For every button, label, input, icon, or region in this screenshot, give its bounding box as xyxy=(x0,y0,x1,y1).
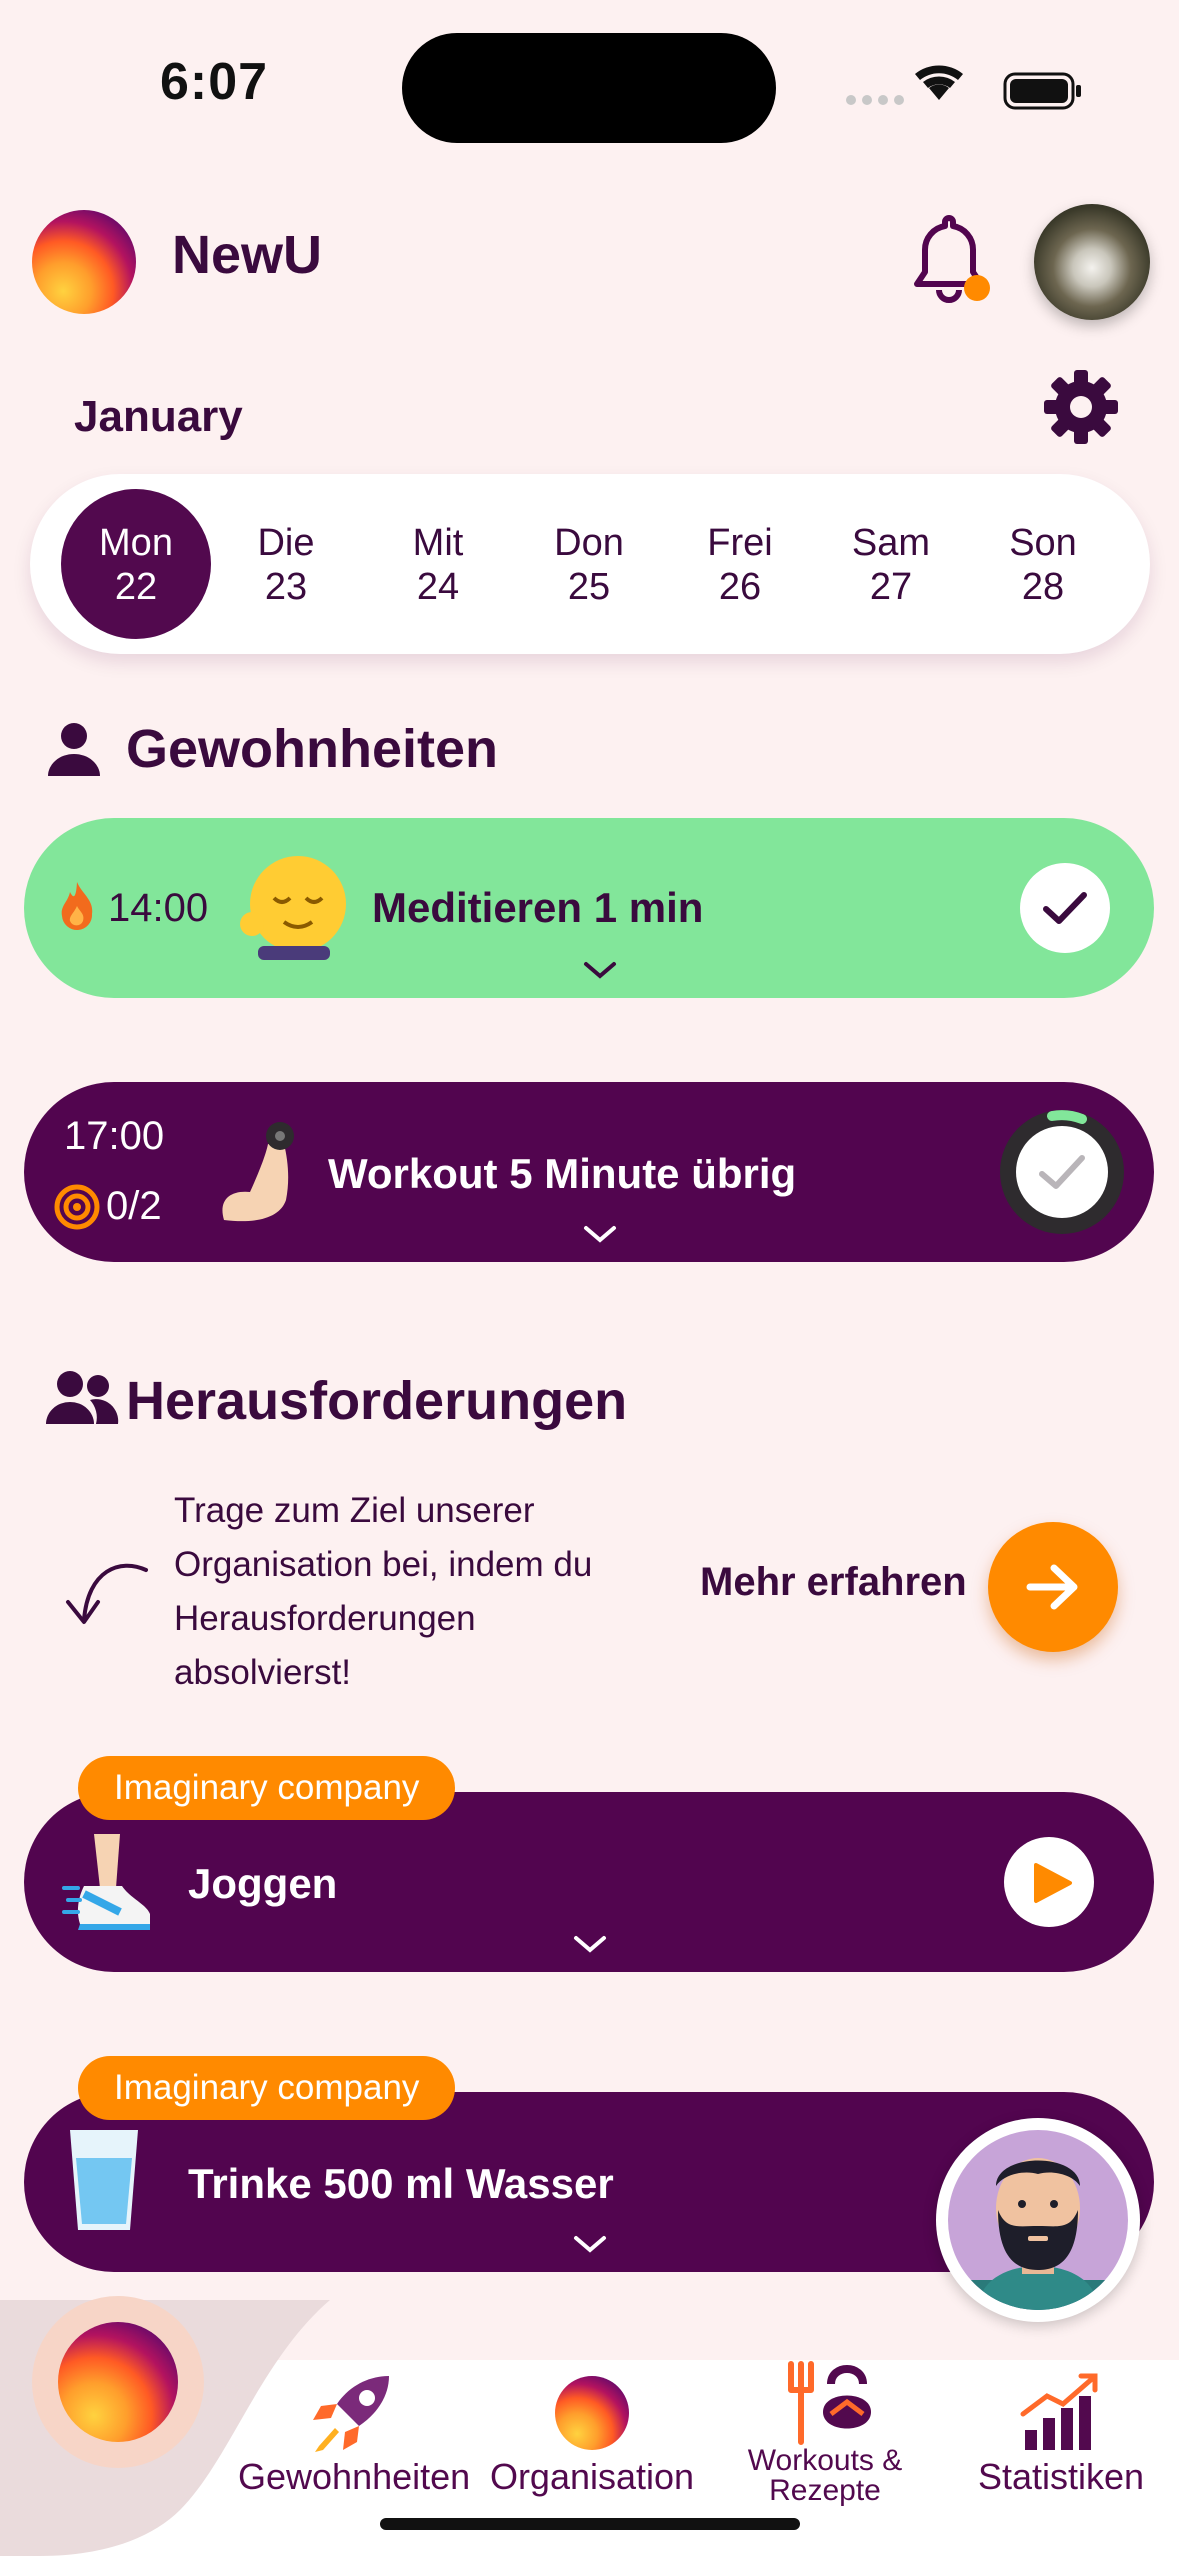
calendar-day-frei[interactable]: Frei 26 xyxy=(665,474,815,654)
calendar-day-sam[interactable]: Sam 27 xyxy=(816,474,966,654)
nav-item-organisation[interactable]: Organisation xyxy=(474,2370,710,2498)
day-name: Sam xyxy=(851,522,931,564)
home-fab-button[interactable] xyxy=(58,2322,178,2442)
day-name: Mon xyxy=(99,522,173,564)
habit-card-meditation[interactable]: 14:00 Meditieren 1 min xyxy=(24,818,1154,998)
status-time: 6:07 xyxy=(160,53,269,111)
gear-icon[interactable] xyxy=(1040,366,1122,448)
nav-label: Gewohnheiten xyxy=(238,2456,471,2497)
arrow-right-icon xyxy=(1026,1564,1078,1610)
chevron-down-icon[interactable] xyxy=(580,958,620,982)
habit-time: 14:00 xyxy=(108,886,209,930)
profile-avatar[interactable] xyxy=(1034,204,1150,320)
battery-icon xyxy=(1003,72,1081,110)
habit-time: 17:00 xyxy=(64,1114,165,1158)
nav-label: Statistiken xyxy=(977,2456,1145,2497)
bearded-man-icon xyxy=(948,2158,1128,2310)
day-name: Die xyxy=(257,522,315,564)
curved-arrow-icon xyxy=(66,1563,148,1624)
nav-item-statistiken[interactable]: Statistiken xyxy=(946,2370,1176,2498)
organisation-logo-icon xyxy=(555,2376,629,2450)
app-logo xyxy=(32,210,136,314)
day-date: 25 xyxy=(567,566,611,608)
day-date: 23 xyxy=(264,566,308,608)
day-date: 24 xyxy=(416,566,460,608)
challenges-title: Herausforderungen xyxy=(126,1371,628,1431)
water-glass-icon xyxy=(70,2130,138,2230)
habit-progress: 0/2 xyxy=(106,1184,162,1228)
chevron-down-icon[interactable] xyxy=(580,1222,620,1246)
company-tag: Imaginary company xyxy=(78,1756,456,1820)
day-date: 27 xyxy=(869,566,913,608)
habit-title: Meditieren 1 min xyxy=(372,884,704,931)
status-icons xyxy=(846,65,1081,110)
nav-item-gewohnheiten[interactable]: Gewohnheiten xyxy=(238,2370,471,2498)
home-indicator xyxy=(380,2518,800,2530)
target-icon xyxy=(54,1184,100,1230)
flexed-biceps-icon xyxy=(222,1122,294,1222)
calendar-day-die[interactable]: Die 23 xyxy=(211,474,361,654)
person-icon xyxy=(48,723,100,776)
day-name: Son xyxy=(1009,522,1077,564)
habits-title: Gewohnheiten xyxy=(126,719,499,779)
meditation-emoji-icon xyxy=(240,856,346,960)
app-name: NewU xyxy=(172,225,323,285)
challenge-title: Trinke 500 ml Wasser xyxy=(188,2160,614,2207)
habit-card-workout[interactable]: 17:00 0/2 Workout 5 Minute übrig xyxy=(24,1082,1154,1262)
day-name: Don xyxy=(554,522,624,564)
cellular-signal-icon xyxy=(846,95,904,105)
checkmark-icon xyxy=(1043,892,1087,924)
day-date: 26 xyxy=(718,566,762,608)
play-button[interactable] xyxy=(1004,1837,1094,1927)
nav-label-line1: Workouts & xyxy=(747,2444,903,2477)
calendar-day-mon[interactable]: Mon 22 xyxy=(61,474,211,654)
calendar-day-don[interactable]: Don 25 xyxy=(514,474,664,654)
learn-more-label[interactable]: Mehr erfahren xyxy=(700,1560,967,1605)
challenge-title: Joggen xyxy=(188,1860,338,1907)
checkmark-icon xyxy=(1039,1155,1085,1189)
coach-avatar[interactable] xyxy=(936,2118,1140,2322)
calendar-day-mit[interactable]: Mit 24 xyxy=(363,474,513,654)
timer-button[interactable] xyxy=(1000,1110,1124,1234)
nav-label: Organisation xyxy=(489,2456,695,2497)
week-calendar: Mon 22 Die 23 Mit 24 Don 25 Frei 26 Sam … xyxy=(30,474,1150,654)
chevron-down-icon[interactable] xyxy=(570,1932,610,1956)
fork-kettlebell-icon xyxy=(788,2361,871,2445)
running-shoe-icon xyxy=(62,1834,150,1930)
nav-label-line2: Rezepte xyxy=(769,2474,881,2507)
fire-icon xyxy=(61,882,93,931)
notification-bell-icon[interactable] xyxy=(905,212,995,312)
calendar-day-son[interactable]: Son 28 xyxy=(968,474,1118,654)
play-icon xyxy=(1034,1863,1072,1903)
company-tag: Imaginary company xyxy=(78,2056,456,2120)
wifi-icon xyxy=(915,65,963,100)
day-name: Frei xyxy=(707,522,773,564)
learn-more-button[interactable] xyxy=(988,1522,1118,1652)
challenge-description: Trage zum Ziel unserer Organisation bei,… xyxy=(174,1491,593,1692)
day-date: 22 xyxy=(114,566,158,608)
complete-button[interactable] xyxy=(1020,863,1110,953)
bar-chart-icon xyxy=(1020,2373,1098,2450)
dynamic-island xyxy=(402,33,776,143)
month-label: January xyxy=(74,392,243,441)
habit-title: Workout 5 Minute übrig xyxy=(328,1150,797,1197)
group-icon xyxy=(46,1371,119,1424)
rocket-icon xyxy=(313,2376,389,2452)
nav-item-workouts[interactable]: Workouts & Rezepte xyxy=(720,2360,930,2506)
day-date: 28 xyxy=(1021,566,1065,608)
day-name: Mit xyxy=(412,522,464,564)
chevron-down-icon[interactable] xyxy=(570,2232,610,2256)
